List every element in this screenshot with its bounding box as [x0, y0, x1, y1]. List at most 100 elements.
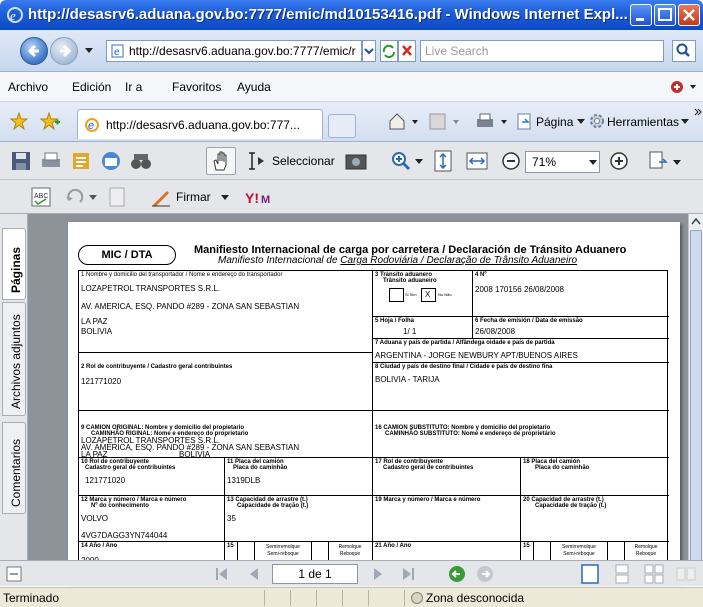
new-tab-button[interactable]	[328, 114, 356, 138]
pen-sign-icon[interactable]	[150, 186, 172, 208]
snapshot-icon[interactable]	[345, 150, 367, 172]
spellcheck-icon[interactable]: ABC	[30, 186, 52, 208]
sign-dropdown-icon[interactable]	[220, 194, 230, 202]
field-5: 5 Hoja / Folha 1/ 1	[373, 317, 473, 339]
toolbar-options-icon[interactable]	[668, 78, 698, 96]
field-1: 1 Nombre y domicilio del transportador /…	[79, 271, 373, 353]
search-button[interactable]	[672, 40, 696, 62]
refresh-button[interactable]	[380, 40, 398, 62]
forward-button[interactable]	[50, 37, 78, 65]
undo-dropdown-icon[interactable]	[88, 194, 98, 202]
tools-dropdown-icon[interactable]	[680, 118, 690, 126]
print-icon[interactable]	[474, 112, 510, 132]
save-icon[interactable]	[10, 150, 32, 172]
menu-archivo[interactable]: Archivo	[8, 80, 48, 94]
maximize-button[interactable]	[654, 4, 676, 26]
field-3-si: Si Sim	[405, 292, 417, 297]
search-input[interactable]: Live Search	[420, 40, 664, 62]
field-3-no: No Não	[438, 292, 452, 297]
zoom-in-icon[interactable]	[608, 150, 630, 172]
undo-icon[interactable]	[64, 186, 86, 208]
field-3-label-pt: Trânsito aduaneiro	[383, 278, 437, 284]
zoom-out-icon[interactable]	[500, 150, 522, 172]
continuous-facing-icon[interactable]	[676, 564, 696, 584]
tab-archivos-adjuntos[interactable]: Archivos adjuntos	[2, 302, 26, 416]
scroll-thumb[interactable]	[690, 230, 702, 562]
minimize-button[interactable]	[630, 4, 652, 26]
text-select-icon[interactable]	[246, 150, 268, 172]
facing-pages-icon[interactable]	[644, 564, 664, 584]
zoom-dropdown-icon[interactable]	[588, 159, 598, 167]
first-page-icon[interactable]	[214, 566, 230, 582]
field-10: 10 Rol de contribuyente Cadastro geral d…	[79, 458, 225, 496]
add-favorite-icon[interactable]	[40, 112, 60, 130]
history-dropdown-icon[interactable]	[84, 47, 94, 55]
previous-page-icon[interactable]	[246, 566, 262, 582]
field-1-label: 1 Nombre y domicilio del transportador /…	[81, 272, 283, 278]
field-1-country: BOLIVIA	[81, 327, 113, 336]
fit-width-icon[interactable]	[466, 150, 488, 172]
home-icon[interactable]	[388, 112, 420, 132]
address-input[interactable]: e http://desasrv6.aduana.gov.bo:7777/emi…	[106, 40, 362, 62]
scroll-up-icon[interactable]	[691, 217, 701, 227]
zoom-in-tool-icon[interactable]	[390, 150, 412, 172]
hand-tool-button[interactable]	[206, 147, 236, 175]
forward-arrow-icon	[60, 44, 72, 58]
tab-active[interactable]: e http://desasrv6.aduana.gov.bo:777...	[77, 109, 323, 139]
zoom-tool-dropdown-icon[interactable]	[414, 158, 424, 166]
menu-ayuda[interactable]: Ayuda	[237, 80, 271, 94]
yahoo-logo-icon[interactable]: Y! M	[244, 186, 276, 208]
chevron-more-icon[interactable]	[694, 108, 702, 118]
tools-menu-label[interactable]: Herramientas	[607, 115, 679, 129]
last-page-icon[interactable]	[400, 566, 416, 582]
page-menu-label[interactable]: Página	[536, 115, 573, 129]
page-number-input[interactable]: 1 de 1	[272, 564, 358, 584]
hand-icon	[213, 151, 227, 171]
tab-paginas[interactable]: Páginas	[2, 228, 26, 300]
next-page-icon[interactable]	[370, 566, 386, 582]
security-zone-text: Zona desconocida	[426, 591, 525, 605]
svg-text:e: e	[88, 120, 94, 132]
print-pdf-icon[interactable]	[40, 150, 62, 172]
tools-pages-icon[interactable]	[648, 150, 670, 172]
single-page-icon[interactable]	[580, 564, 600, 584]
menu-ir-a[interactable]: Ir a	[125, 80, 142, 94]
close-button[interactable]	[678, 4, 700, 26]
stop-button[interactable]	[398, 40, 416, 62]
field-12: 12 Marca y número / Marca e número Nº do…	[79, 496, 225, 542]
export-icon[interactable]	[70, 150, 92, 172]
menu-edicion[interactable]: Edición	[72, 80, 111, 94]
field-2: 2 Rol de contribuyente / Cadastro geral …	[79, 353, 373, 411]
feeds-icon[interactable]	[428, 112, 462, 132]
back-button[interactable]	[20, 37, 48, 65]
form-title-pt-underlined: Carga Rodoviária / Declaração de Trânsit…	[340, 255, 578, 266]
status-divider	[404, 590, 405, 606]
find-binoculars-icon[interactable]	[130, 150, 152, 172]
field-15-right-semi: Semirremolque Semi-reboque	[562, 544, 596, 557]
zone-globe-icon	[411, 592, 423, 604]
go-forward-view-icon[interactable]	[476, 565, 494, 583]
document-viewport[interactable]: MIC / DTA Manifiesto Internacional de ca…	[28, 214, 688, 582]
menu-favoritos[interactable]: Favoritos	[172, 80, 221, 94]
field-1-city: LA PAZ	[81, 317, 108, 326]
field-15-label: 15	[227, 543, 234, 549]
email-icon[interactable]	[100, 150, 122, 172]
field-7-value: ARGENTINA - JORGE NEWBURY APT/BUENOS AIR…	[375, 351, 578, 360]
go-back-view-icon[interactable]	[448, 565, 466, 583]
field-1-address: AV. AMERICA, ESQ. PANDO #289 - ZONA SAN …	[81, 302, 300, 311]
tools-pages-dropdown-icon[interactable]	[672, 159, 682, 167]
field-19: 19 Marca y número / Marca e número	[373, 496, 521, 542]
vertical-scrollbar[interactable]	[688, 214, 703, 578]
fit-page-icon[interactable]	[432, 150, 454, 172]
tab-comentarios[interactable]: Comentarios	[2, 422, 26, 514]
sign-label[interactable]: Firmar	[176, 190, 211, 204]
select-tool-label[interactable]: Seleccionar	[272, 154, 335, 168]
field-15-rem: Remolque Reboque	[338, 544, 362, 557]
attach-page-icon[interactable]	[106, 186, 128, 208]
page-dropdown-icon[interactable]	[576, 118, 586, 126]
address-dropdown[interactable]	[362, 40, 376, 62]
field-12-value-vin: 4VG7DAGG3YN744044	[81, 531, 168, 540]
favorites-star-icon[interactable]	[10, 112, 28, 130]
continuous-icon[interactable]	[612, 564, 632, 584]
panel-toggle-icon[interactable]	[6, 566, 22, 582]
